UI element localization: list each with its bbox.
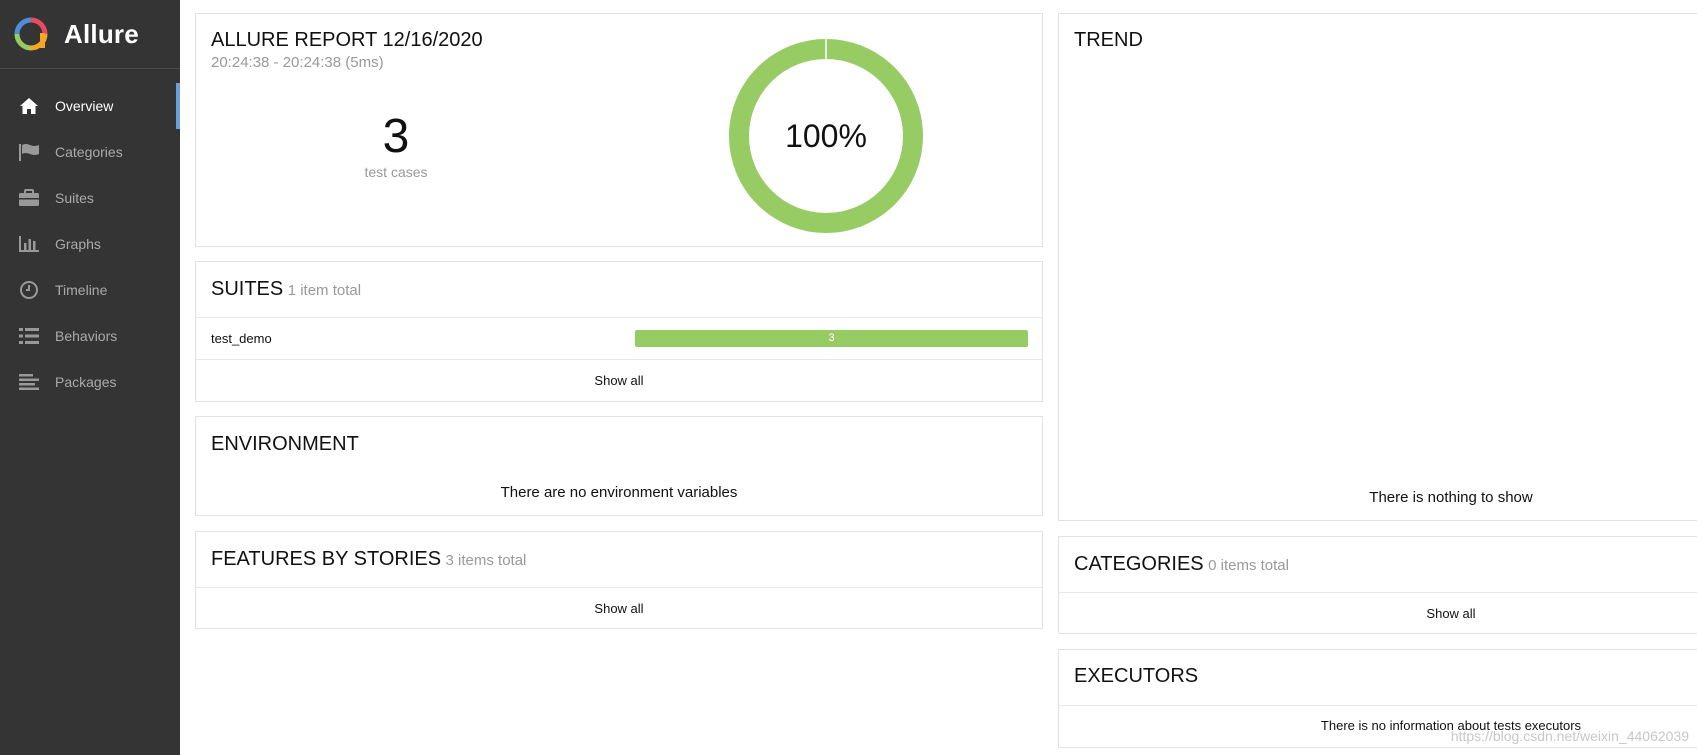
report-time-range: 20:24:38 - 20:24:38 (5ms) xyxy=(211,54,384,71)
summary-widget: ALLURE REPORT 12/16/2020 20:24:38 - 20:2… xyxy=(195,13,1043,247)
sidebar-item-overview[interactable]: Overview xyxy=(0,83,180,129)
sidebar-item-label: Behaviors xyxy=(55,328,118,344)
suites-show-all-link[interactable]: Show all xyxy=(196,373,1042,388)
sidebar: Allure Overview Categories Suites Graphs… xyxy=(0,0,180,755)
trend-title: TREND xyxy=(1074,29,1143,51)
sidebar-item-label: Suites xyxy=(55,190,94,206)
suite-passed-segment: 3 xyxy=(635,330,1028,347)
environment-widget: ENVIRONMENT There are no environment var… xyxy=(195,416,1043,516)
home-icon xyxy=(17,96,41,116)
table-row[interactable]: test_demo 3 xyxy=(196,318,1042,359)
align-left-icon xyxy=(17,372,41,392)
sidebar-item-timeline[interactable]: Timeline xyxy=(0,267,180,313)
categories-header: CATEGORIES 0 items total xyxy=(1074,553,1289,576)
flag-icon xyxy=(17,142,41,162)
categories-count: 0 items total xyxy=(1208,557,1289,574)
features-header: FEATURES BY STORIES 3 items total xyxy=(211,548,526,571)
brand[interactable]: Allure xyxy=(0,0,180,69)
report-title: ALLURE REPORT 12/16/2020 xyxy=(211,29,483,51)
briefcase-icon xyxy=(17,188,41,208)
suites-widget: SUITES 1 item total test_demo 3 Show all xyxy=(195,261,1043,402)
allure-report-app: Allure Overview Categories Suites Graphs… xyxy=(0,0,1697,755)
features-title: FEATURES BY STORIES xyxy=(211,548,442,570)
success-rate-percent: 100% xyxy=(785,118,867,154)
suites-count: 1 item total xyxy=(287,282,362,299)
sidebar-item-graphs[interactable]: Graphs xyxy=(0,221,180,267)
executors-title: EXECUTORS xyxy=(1074,665,1199,687)
suite-passed-count: 3 xyxy=(828,332,835,344)
sidebar-item-suites[interactable]: Suites xyxy=(0,175,180,221)
categories-widget: CATEGORIES 0 items total Show all xyxy=(1058,536,1697,634)
allure-logo-icon xyxy=(14,17,48,51)
features-widget: FEATURES BY STORIES 3 items total Show a… xyxy=(195,531,1043,629)
clock-icon xyxy=(17,280,41,300)
suite-status-bar: 3 xyxy=(635,330,1028,347)
sidebar-item-label: Timeline xyxy=(55,282,108,298)
suites-header: SUITES 1 item total xyxy=(211,278,361,301)
bar-chart-icon xyxy=(17,234,41,254)
trend-widget: TREND There is nothing to show xyxy=(1058,13,1697,521)
sidebar-item-behaviors[interactable]: Behaviors xyxy=(0,313,180,359)
suite-name: test_demo xyxy=(211,331,272,346)
sidebar-item-label: Categories xyxy=(55,144,123,160)
trend-empty-message: There is nothing to show xyxy=(1369,489,1533,506)
features-show-all-link[interactable]: Show all xyxy=(196,601,1042,616)
watermark-text: https://blog.csdn.net/weixin_44062039 xyxy=(1450,728,1689,744)
list-icon xyxy=(17,326,41,346)
sidebar-item-label: Overview xyxy=(55,98,114,114)
brand-name: Allure xyxy=(64,18,139,49)
suites-title: SUITES xyxy=(211,278,284,300)
sidebar-item-label: Graphs xyxy=(55,236,101,252)
test-case-count: 3 xyxy=(382,110,410,163)
environment-title: ENVIRONMENT xyxy=(211,433,359,455)
categories-title: CATEGORIES xyxy=(1074,553,1204,575)
sidebar-nav: Overview Categories Suites Graphs Timeli… xyxy=(0,69,180,405)
categories-show-all-link[interactable]: Show all xyxy=(1239,606,1663,621)
sidebar-item-categories[interactable]: Categories xyxy=(0,129,180,175)
sidebar-item-label: Packages xyxy=(55,374,117,390)
test-case-count-label: test cases xyxy=(364,164,428,180)
environment-empty-message: There are no environment variables xyxy=(500,484,738,501)
features-count: 3 items total xyxy=(445,552,527,569)
sidebar-item-packages[interactable]: Packages xyxy=(0,359,180,405)
